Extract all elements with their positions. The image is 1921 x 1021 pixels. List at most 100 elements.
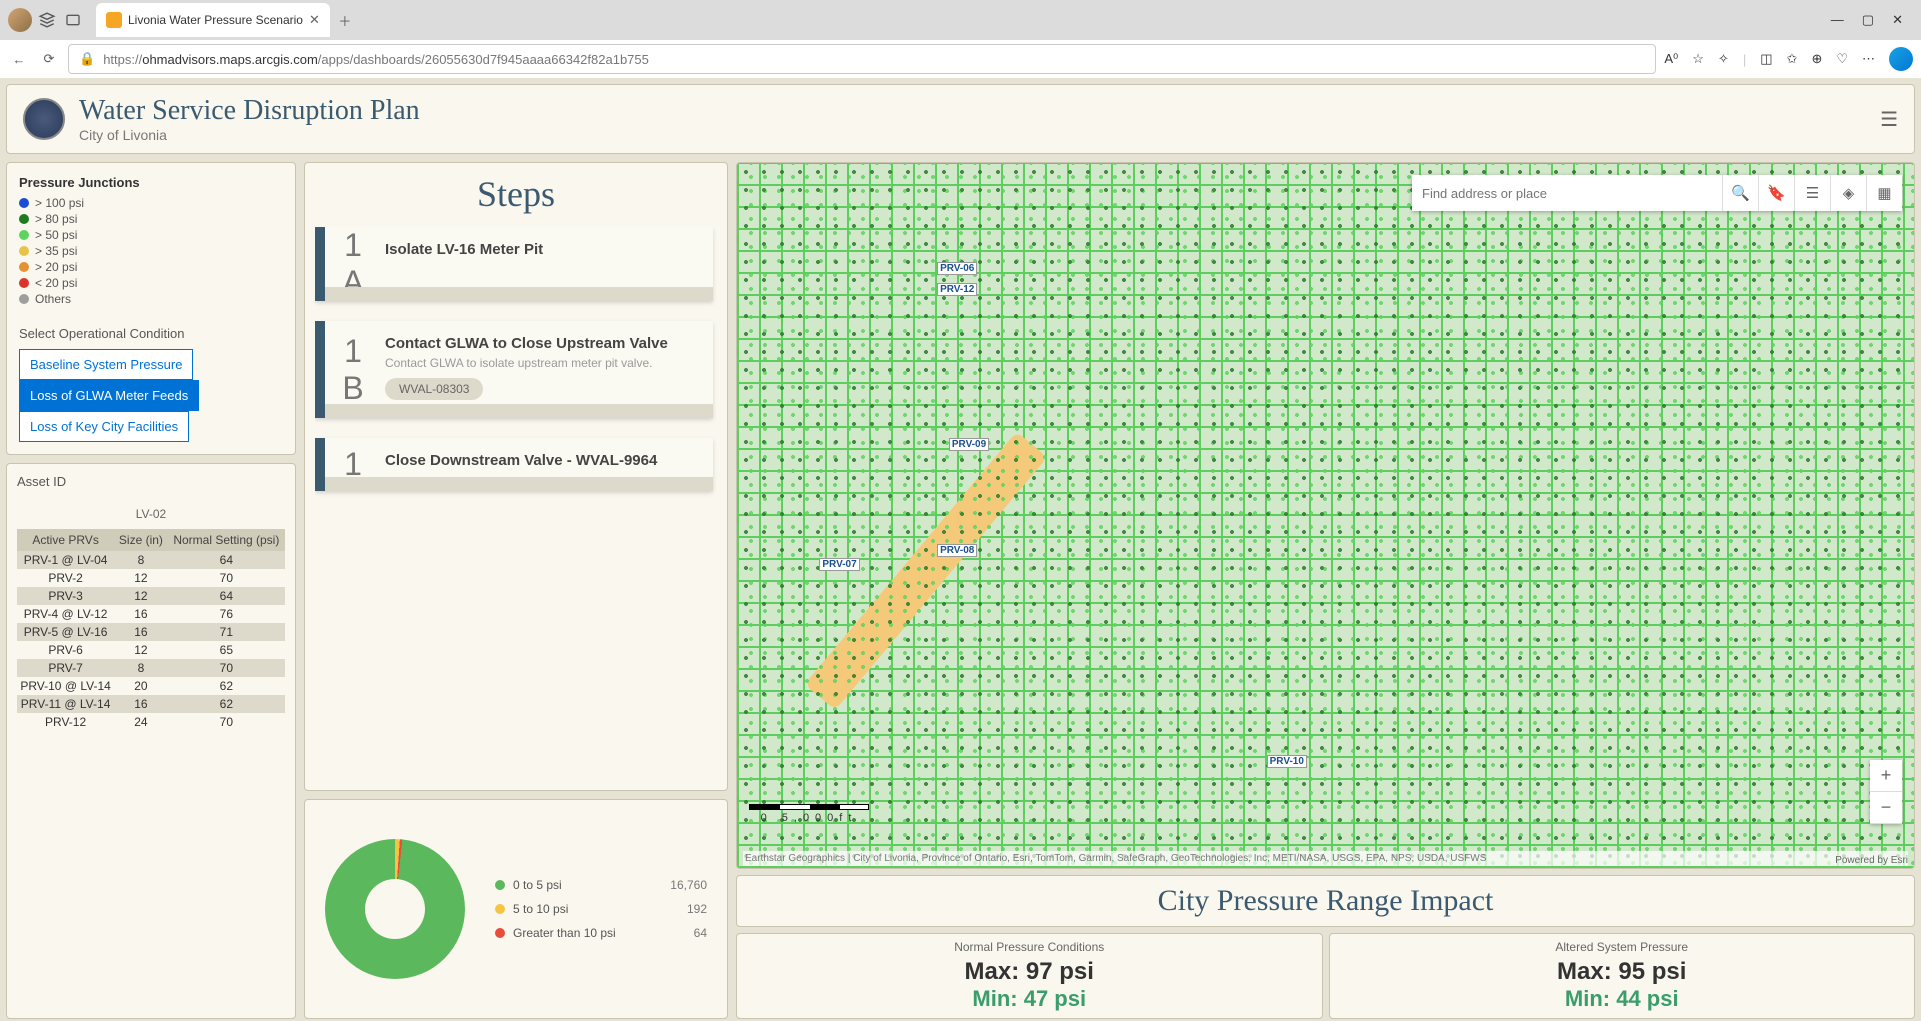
address-bar: ← ⟳ 🔒 https://ohmadvisors.maps.arcgis.co… (0, 40, 1921, 78)
table-header: Normal Setting (psi) (168, 529, 285, 551)
map[interactable]: PRV-06 PRV-12 PRV-09 PRV-07 PRV-08 PRV-1… (736, 162, 1915, 869)
extensions-icon[interactable]: ✧ (1718, 51, 1729, 67)
profile-avatar[interactable] (8, 8, 32, 32)
table-header: Size (in) (114, 529, 168, 551)
step-tag: WVAL-08303 (385, 378, 483, 400)
legend-dot-icon (19, 198, 29, 208)
minimize-icon[interactable]: — (1831, 12, 1844, 28)
map-prv-label[interactable]: PRV-07 (819, 558, 859, 571)
dashboard-header: Water Service Disruption Plan City of Li… (6, 84, 1915, 154)
condition-selector: Select Operational Condition Baseline Sy… (19, 326, 283, 442)
impact-altered: Altered System Pressure Max: 95 psi Min:… (1329, 933, 1916, 1019)
legend-dot-icon (19, 214, 29, 224)
step-number: 1A (325, 227, 381, 301)
basemap-icon[interactable]: ▦ (1866, 175, 1902, 211)
step-card[interactable]: 1 Close Downstream Valve - WVAL-9964 (315, 438, 713, 491)
map-toolbar: 🔍 🔖 ☰ ◈ ▦ (1412, 175, 1902, 211)
impact-title: City Pressure Range Impact (736, 875, 1915, 927)
impact-normal: Normal Pressure Conditions Max: 97 psi M… (736, 933, 1323, 1019)
condition-option[interactable]: Loss of Key City Facilities (19, 411, 189, 442)
layers-icon[interactable]: ◈ (1830, 175, 1866, 211)
step-card[interactable]: 1B Contact GLWA to Close Upstream Valve … (315, 321, 713, 418)
impact-altered-min: Min: 44 psi (1336, 986, 1909, 1012)
step-title: Isolate LV-16 Meter Pit (385, 241, 701, 258)
favorites-bar-icon[interactable]: ✩ (1787, 51, 1798, 67)
table-row[interactable]: PRV-31264 (17, 587, 285, 605)
prv-table: Active PRVsSize (in)Normal Setting (psi)… (17, 529, 285, 731)
legend-dot-icon (19, 262, 29, 272)
condition-label: Select Operational Condition (19, 326, 283, 341)
table-row[interactable]: PRV-122470 (17, 713, 285, 731)
steps-list[interactable]: 1A Isolate LV-16 Meter Pit 1B Contact GL… (315, 227, 717, 780)
city-seal-icon (23, 98, 65, 140)
tab-close-icon[interactable]: ✕ (309, 12, 320, 28)
map-prv-label[interactable]: PRV-08 (937, 544, 977, 557)
map-search-input[interactable] (1412, 175, 1722, 211)
favorite-icon[interactable]: ☆ (1692, 51, 1704, 67)
legend-item: > 50 psi (19, 228, 283, 242)
legend-dot-icon (19, 294, 29, 304)
step-number: 1B (325, 321, 381, 418)
table-row[interactable]: PRV-4 @ LV-121676 (17, 605, 285, 623)
page-subtitle: City of Livonia (79, 127, 420, 143)
tab-favicon-icon (106, 12, 122, 28)
tab-title: Livonia Water Pressure Scenario (128, 13, 303, 27)
table-row[interactable]: PRV-7870 (17, 659, 285, 677)
back-icon[interactable]: ← (8, 48, 30, 70)
map-scale: 0 5,000ft (749, 804, 869, 824)
legend-label: < 20 psi (35, 276, 77, 290)
browser-tab[interactable]: Livonia Water Pressure Scenario ✕ (96, 3, 330, 37)
legend-label: > 50 psi (35, 228, 77, 242)
step-card[interactable]: 1A Isolate LV-16 Meter Pit (315, 227, 713, 301)
legend-dot-icon (495, 904, 505, 914)
menu-icon[interactable]: ☰ (1880, 107, 1898, 132)
donut-legend-row: Greater than 10 psi64 (495, 926, 707, 940)
maximize-icon[interactable]: ▢ (1862, 12, 1874, 28)
close-window-icon[interactable]: ✕ (1892, 12, 1903, 28)
table-row[interactable]: PRV-1 @ LV-04864 (17, 551, 285, 569)
legend-item: > 20 psi (19, 260, 283, 274)
step-number: 1 (325, 438, 381, 491)
table-row[interactable]: PRV-5 @ LV-161671 (17, 623, 285, 641)
performance-icon[interactable]: ♡ (1836, 51, 1848, 67)
zoom-in-button[interactable]: + (1870, 760, 1902, 792)
refresh-icon[interactable]: ⟳ (38, 48, 60, 70)
condition-option[interactable]: Loss of GLWA Meter Feeds (19, 380, 199, 411)
table-row[interactable]: PRV-10 @ LV-142062 (17, 677, 285, 695)
map-prv-label[interactable]: PRV-06 (937, 262, 977, 275)
legend-dot-icon (495, 928, 505, 938)
legend-dot-icon (19, 278, 29, 288)
table-header: Active PRVs (17, 529, 114, 551)
asset-label: Asset ID (17, 474, 285, 489)
legend-item: > 100 psi (19, 196, 283, 210)
step-title: Contact GLWA to Close Upstream Valve (385, 335, 701, 352)
table-row[interactable]: PRV-11 @ LV-141662 (17, 695, 285, 713)
condition-option[interactable]: Baseline System Pressure (19, 349, 193, 380)
collections-icon[interactable]: ⊕ (1811, 51, 1822, 67)
legend-icon[interactable]: ☰ (1794, 175, 1830, 211)
url-input[interactable]: 🔒 https://ohmadvisors.maps.arcgis.com/ap… (68, 44, 1656, 74)
read-aloud-icon[interactable]: A⁰ (1664, 51, 1678, 67)
zoom-out-button[interactable]: − (1870, 792, 1902, 824)
lock-icon: 🔒 (79, 51, 95, 67)
map-prv-label[interactable]: PRV-10 (1267, 755, 1307, 768)
workspaces-icon[interactable] (36, 9, 58, 31)
more-icon[interactable]: ⋯ (1862, 51, 1875, 67)
map-prv-label[interactable]: PRV-12 (937, 283, 977, 296)
legend-panel: Pressure Junctions > 100 psi> 80 psi> 50… (6, 162, 296, 455)
window-controls: — ▢ ✕ (1831, 12, 1913, 28)
donut-legend-row: 5 to 10 psi192 (495, 902, 707, 916)
asset-panel: Asset ID LV-02 Active PRVsSize (in)Norma… (6, 463, 296, 1019)
table-row[interactable]: PRV-21270 (17, 569, 285, 587)
new-tab-button[interactable]: ＋ (334, 9, 356, 31)
legend-item: > 35 psi (19, 244, 283, 258)
table-row[interactable]: PRV-61265 (17, 641, 285, 659)
split-screen-icon[interactable]: ◫ (1760, 51, 1772, 67)
bookmark-icon[interactable]: 🔖 (1758, 175, 1794, 211)
map-prv-label[interactable]: PRV-09 (949, 438, 989, 451)
tab-actions-icon[interactable] (62, 9, 84, 31)
copilot-icon[interactable] (1889, 47, 1913, 71)
step-title: Close Downstream Valve - WVAL-9964 (385, 452, 701, 469)
search-icon[interactable]: 🔍 (1722, 175, 1758, 211)
map-powered-by: Powered by Esri (1835, 855, 1908, 866)
